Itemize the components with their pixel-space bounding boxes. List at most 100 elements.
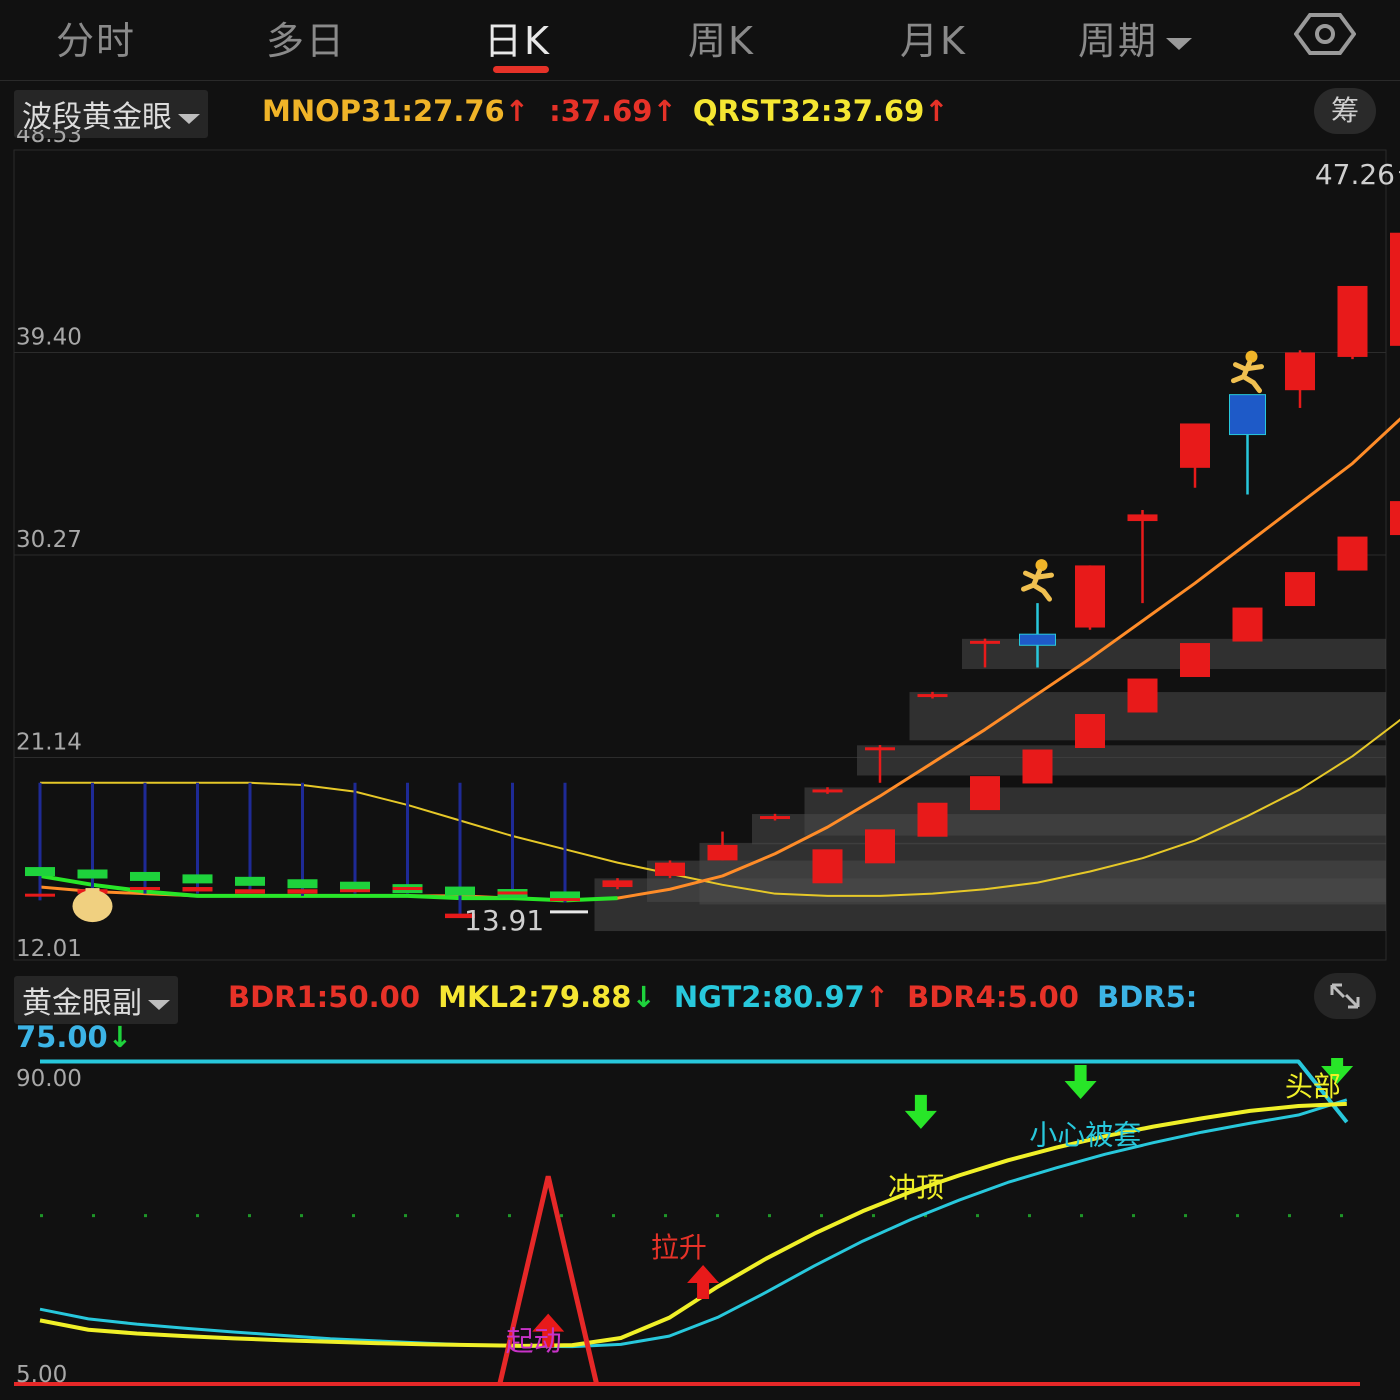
running-man-icon	[1231, 350, 1264, 394]
mkl2-line	[39, 1101, 1347, 1348]
signal-candle	[1019, 633, 1056, 646]
unnamed-value: :37.69	[549, 94, 653, 128]
candle-body	[1180, 423, 1210, 468]
candle-body	[917, 694, 948, 698]
high-price-label: 47.26	[1315, 158, 1395, 191]
icon-bag-top	[85, 888, 100, 895]
icon-head	[1245, 350, 1258, 363]
sub-indicator-chart[interactable]: 90.00 5.00 起动 拉升 冲顶 小心被套 头部	[0, 1058, 1400, 1398]
candle-body	[235, 889, 265, 894]
main-indicator-values: MNOP31:27.76↑ :37.69↑ QRST32:37.69↑	[262, 94, 949, 128]
step-block	[865, 829, 895, 864]
y-tick-label: 30.27	[16, 527, 82, 553]
bdr5-line	[40, 1059, 1349, 1124]
green-marker	[445, 886, 475, 896]
step-block	[1337, 536, 1368, 571]
signal-annotation: 拉升	[651, 1231, 707, 1264]
step-block	[1022, 749, 1053, 784]
ngt2-line	[39, 1098, 1348, 1349]
step-block	[1180, 643, 1210, 678]
icon-body	[1021, 568, 1054, 602]
bdr5-label: BDR5:	[1097, 980, 1198, 1014]
step-block	[1075, 714, 1105, 748]
running-man-icon	[1021, 559, 1054, 602]
up-arrow-icon: ↑	[924, 94, 949, 128]
low-price-label: 13.91	[464, 904, 544, 937]
candle-body	[865, 747, 895, 751]
green-marker	[77, 869, 108, 879]
sub-indicator-selector[interactable]: 黄金眼副	[14, 976, 178, 1024]
candle-body	[340, 889, 370, 893]
up-arrow-icon: ↑	[504, 94, 530, 128]
candle-body	[182, 887, 213, 892]
candle-body	[1127, 514, 1158, 522]
up-arrow-icon: ↑	[864, 980, 890, 1014]
bdr4-value: BDR4:5.00	[907, 980, 1079, 1014]
signal-annotation: 头部	[1285, 1070, 1341, 1103]
green-marker	[235, 876, 265, 886]
icon-head	[1035, 559, 1048, 572]
green-marker	[287, 879, 318, 889]
candle-body	[1390, 232, 1400, 346]
tab-period-label: 周期	[1078, 19, 1159, 63]
candle-body	[1075, 565, 1105, 628]
icon-bag	[72, 890, 113, 923]
sub-indicator-name: 黄金眼副	[22, 986, 142, 1021]
candle-body	[1285, 352, 1315, 391]
candle-body	[970, 640, 1000, 644]
signal-annotation: 小心被套	[1029, 1119, 1141, 1152]
y-tick-label: 21.14	[16, 730, 82, 756]
step-block	[917, 802, 948, 837]
icon-body	[1231, 360, 1264, 394]
y-tick-label: 48.53	[16, 130, 82, 148]
chip-distribution-button[interactable]: 筹	[1314, 88, 1376, 134]
step-block	[970, 776, 1000, 811]
chevron-down-icon	[148, 999, 170, 1010]
green-marker	[182, 874, 213, 884]
candlestick-chart[interactable]: 48.53 39.40 30.27 21.14 12.01 47.26 13.91	[0, 130, 1400, 970]
tab-intraday[interactable]: 分时	[56, 10, 136, 65]
candle-body	[602, 880, 633, 888]
candle-body	[812, 789, 843, 793]
step-block	[1285, 572, 1315, 607]
step-block	[1390, 501, 1400, 536]
sub-indicator-values: BDR1:50.00 MKL2:79.88↓ NGT2:80.97↑ BDR4:…	[228, 980, 1197, 1014]
candle-body	[497, 891, 528, 895]
tab-weekly-k[interactable]: 周K	[688, 10, 755, 65]
signal-annotation: 起动	[506, 1324, 562, 1357]
candle-body	[760, 816, 790, 820]
down-arrow-icon	[904, 1094, 937, 1129]
price-zone-band	[804, 787, 1386, 836]
y-tick-label: 12.01	[16, 936, 82, 962]
ngt2-value: NGT2:80.97	[673, 980, 865, 1014]
step-block	[1127, 678, 1158, 713]
y-tick-label: 5.00	[16, 1362, 67, 1388]
mkl2-value: MKL2:79.88	[438, 980, 632, 1014]
bdr1-value: BDR1:50.00	[228, 980, 421, 1014]
bdr5-value-row: 75.00↓	[16, 1020, 132, 1054]
candle-body	[25, 893, 55, 897]
green-ma-line	[39, 873, 618, 903]
hexagon-settings-icon[interactable]	[1294, 12, 1356, 56]
qrst32-value: QRST32:37.69	[692, 94, 925, 128]
candle-body	[550, 898, 580, 902]
down-arrow-icon: ↓	[107, 1020, 133, 1054]
down-arrow-icon	[1064, 1064, 1097, 1099]
step-block	[1232, 607, 1263, 642]
step-block	[812, 849, 843, 884]
signal-annotation: 冲顶	[888, 1171, 944, 1204]
signal-candle	[1229, 394, 1266, 436]
down-arrow-icon: ↓	[631, 980, 656, 1014]
tab-daily-k[interactable]: 日K	[484, 10, 551, 65]
expand-icon[interactable]	[1314, 973, 1376, 1019]
up-arrow-icon: ↑	[652, 94, 677, 128]
mnop31-value: MNOP31:27.76	[262, 94, 505, 128]
candle-body	[707, 844, 738, 861]
tab-multi-day[interactable]: 多日	[266, 10, 346, 65]
chevron-down-icon	[178, 113, 200, 124]
tab-monthly-k[interactable]: 月K	[900, 10, 967, 65]
tab-period-dropdown[interactable]: 周期	[1078, 10, 1193, 65]
y-tick-label: 90.00	[16, 1066, 82, 1092]
green-marker	[130, 871, 160, 881]
candle-body	[392, 887, 423, 891]
